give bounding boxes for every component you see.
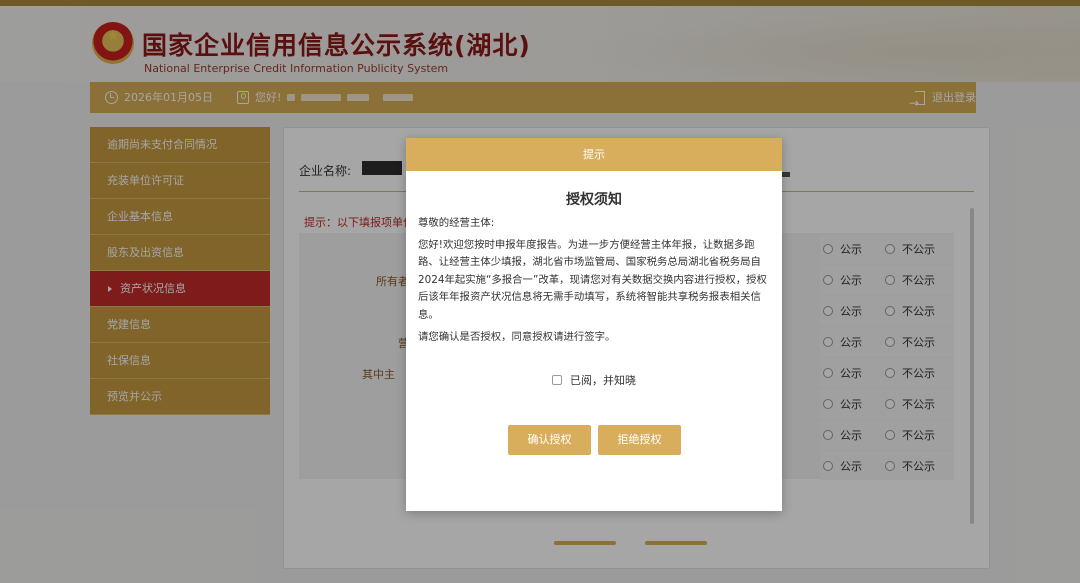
acknowledge-label: 已阅，并知晓 [570, 374, 636, 387]
confirm-authorization-button[interactable]: 确认授权 [508, 425, 591, 455]
salutation: 尊敬的经营主体: [418, 217, 495, 229]
authorization-modal: 提示 授权须知 尊敬的经营主体: 您好!欢迎您按时申报年度报告。为进一步方便经营… [406, 138, 782, 511]
modal-header: 提示 [406, 138, 782, 171]
acknowledge-row[interactable]: 已阅，并知晓 [406, 372, 782, 388]
reject-authorization-button[interactable]: 拒绝授权 [598, 425, 681, 455]
confirm-instruction: 请您确认是否授权，同意授权请进行签字。 [418, 331, 616, 343]
authorization-notice: 您好!欢迎您按时申报年度报告。为进一步方便经营主体年报，让数据多跑路、让经营主体… [418, 238, 767, 321]
modal-title: 授权须知 [566, 192, 622, 208]
modal-body: 尊敬的经营主体: 您好!欢迎您按时申报年度报告。为进一步方便经营主体年报，让数据… [418, 215, 772, 351]
acknowledge-checkbox[interactable] [552, 375, 562, 385]
